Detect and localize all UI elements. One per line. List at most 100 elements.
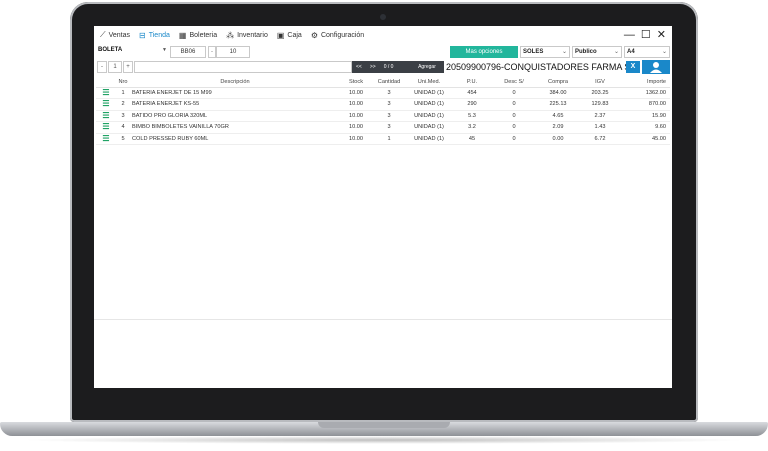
table-cell: 45.00: [620, 133, 670, 145]
table-cell: 0: [492, 121, 536, 134]
table-cell: UNIDAD (1): [406, 133, 452, 145]
table-cell: 6.72: [580, 133, 620, 145]
close-icon[interactable]: ✕: [657, 29, 666, 41]
items-table: Nro Descripción Stock Cantidad Uni.Med. …: [96, 77, 670, 145]
serie-separator: -: [208, 46, 216, 58]
price-list-value: Publico: [575, 49, 597, 55]
column-header-icon: [96, 77, 116, 88]
menu-caja[interactable]: ▣ Caja: [277, 31, 302, 40]
serie-field[interactable]: BB06: [170, 46, 206, 58]
chevron-down-icon: ⌄: [661, 49, 667, 55]
table-cell: 0: [492, 133, 536, 145]
agregar-button[interactable]: Agregar: [410, 61, 444, 73]
window-controls: — ☐ ✕: [618, 29, 666, 41]
table-cell: 10.00: [340, 110, 372, 122]
menu-label: Boleteria: [189, 31, 218, 39]
increment-button[interactable]: +: [123, 61, 133, 73]
table-cell: 384.00: [536, 87, 580, 99]
product-search-input[interactable]: [134, 61, 352, 73]
add-client-button[interactable]: [642, 60, 670, 74]
menu-ventas[interactable]: ⟋ Ventas: [100, 30, 130, 40]
cash-icon: ▣: [276, 30, 285, 40]
list-icon[interactable]: ☰: [102, 134, 109, 143]
table-cell: 3: [372, 87, 406, 99]
list-icon[interactable]: ☰: [102, 99, 109, 108]
first-page-button[interactable]: <<: [352, 64, 366, 70]
table-cell: 1.43: [580, 121, 620, 134]
table-cell: 9.60: [620, 121, 670, 134]
table-header-row: Nro Descripción Stock Cantidad Uni.Med. …: [96, 77, 670, 88]
menu-label: Tienda: [148, 31, 170, 39]
table-cell: BATERIA ENERJET KS-55: [130, 98, 340, 111]
table-cell: 225.13: [536, 98, 580, 111]
laptop-shadow: [20, 436, 748, 444]
menu-boleteria[interactable]: ▦ Boleteria: [179, 31, 217, 40]
screen-bezel-bottom: [94, 388, 672, 410]
table-cell: 0: [492, 110, 536, 122]
paper-size-select[interactable]: A4 ⌄: [624, 46, 670, 58]
table-cell: 1: [372, 133, 406, 145]
last-page-button[interactable]: >>: [366, 64, 380, 70]
decrement-button[interactable]: -: [97, 61, 107, 73]
table-cell: 2: [116, 98, 130, 111]
list-icon[interactable]: ☰: [102, 122, 109, 131]
table-cell: 3: [372, 121, 406, 134]
table-cell: 10.00: [340, 98, 372, 111]
row-menu-cell[interactable]: ☰: [96, 133, 116, 145]
app-window: ⟋ Ventas ⊟ Tienda ▦ Boleteria ⁂ Inventar…: [94, 26, 672, 388]
table-row[interactable]: ☰ 5 COLD PRESSED RUBY 60ML 10.00 1 UNIDAD (1)…: [96, 133, 670, 145]
doc-type-select[interactable]: BOLETA: [98, 47, 170, 57]
menu-configuracion[interactable]: ⚙ Configuración: [311, 31, 364, 40]
ticket-icon: ▦: [178, 30, 187, 40]
minimize-icon[interactable]: —: [624, 29, 635, 41]
menu-inventario[interactable]: ⁂ Inventario: [226, 31, 268, 40]
table-row[interactable]: ☰ 4 BIMBO BIMBOLETES VAINILLA 70GR 10.00 3 UN…: [96, 121, 670, 134]
row-menu-cell[interactable]: ☰: [96, 87, 116, 99]
boxes-icon: ⁂: [226, 30, 235, 40]
table-cell: 3: [372, 98, 406, 111]
menu-label: Ventas: [108, 31, 131, 39]
table-cell: UNIDAD (1): [406, 98, 452, 111]
table-cell: 870.00: [620, 98, 670, 111]
row-menu-cell[interactable]: ☰: [96, 110, 116, 122]
menu-label: Inventario: [237, 31, 268, 39]
document-toolbar: BOLETA ▼ BB06 - 10 Mas opciones SOLES ⌄ …: [94, 45, 672, 59]
chart-line-icon: ⟋: [100, 30, 106, 39]
document-number-field[interactable]: 10: [216, 46, 250, 58]
clear-client-button[interactable]: X: [626, 61, 640, 73]
client-name: 20509900796-CONQUISTADORES FARMA S.A.C: [446, 62, 626, 72]
divider: [94, 319, 672, 320]
maximize-icon[interactable]: ☐: [641, 29, 651, 41]
table-cell: UNIDAD (1): [406, 110, 452, 122]
currency-value: SOLES: [523, 49, 544, 55]
table-row[interactable]: ☰ 3 BATIDO PRO GLORIA 320ML 10.00 3 UNIDAD (1…: [96, 110, 670, 122]
table-cell: 10.00: [340, 87, 372, 99]
list-icon[interactable]: ☰: [102, 111, 109, 120]
column-header: Importe: [620, 77, 670, 88]
table-cell: 454: [452, 87, 492, 99]
table-cell: 0.00: [536, 133, 580, 145]
column-header: Nro: [116, 77, 130, 88]
table-row[interactable]: ☰ 1 BATERIA ENERJET DE 15 M99 10.00 3 UNIDAD …: [96, 87, 670, 99]
page-count: 0 / 0: [383, 64, 394, 70]
currency-select[interactable]: SOLES ⌄: [520, 46, 570, 58]
row-menu-cell[interactable]: ☰: [96, 121, 116, 134]
page-field[interactable]: 1: [108, 61, 122, 73]
column-header: Uni.Med.: [406, 77, 452, 88]
table-cell: 3.2: [452, 121, 492, 134]
list-icon[interactable]: ☰: [102, 88, 109, 97]
column-header: Descripción: [130, 77, 340, 88]
mas-opciones-button[interactable]: Mas opciones: [450, 46, 518, 58]
table-cell: UNIDAD (1): [406, 121, 452, 134]
gear-icon: ⚙: [310, 30, 318, 40]
table-cell: 1362.00: [620, 87, 670, 99]
menu-tienda[interactable]: ⊟ Tienda: [139, 31, 170, 40]
table-cell: UNIDAD (1): [406, 87, 452, 99]
row-menu-cell[interactable]: ☰: [96, 98, 116, 111]
table-cell: 15.90: [620, 110, 670, 122]
table-row[interactable]: ☰ 2 BATERIA ENERJET KS-55 10.00 3 UNIDAD (1) 2…: [96, 98, 670, 111]
table-cell: 2.09: [536, 121, 580, 134]
price-list-select[interactable]: Publico ⌄: [572, 46, 622, 58]
table-cell: COLD PRESSED RUBY 60ML: [130, 133, 340, 145]
table-cell: 2.37: [580, 110, 620, 122]
